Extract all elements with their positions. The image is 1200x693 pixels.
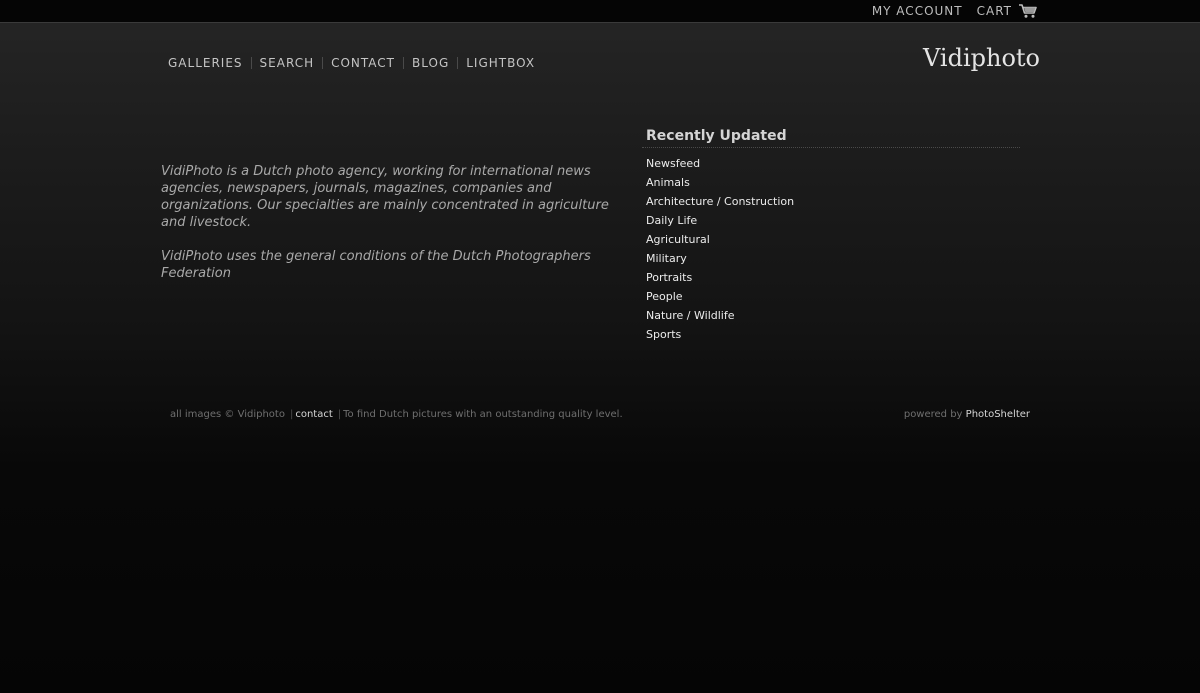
photoshelter-link[interactable]: PhotoShelter bbox=[966, 409, 1030, 420]
main-nav: GALLERIES SEARCH CONTACT BLOG LIGHTBOX bbox=[168, 56, 535, 70]
nav-search[interactable]: SEARCH bbox=[260, 56, 315, 70]
cart-link[interactable]: CART bbox=[977, 4, 1012, 18]
gallery-list: Newsfeed Animals Architecture / Construc… bbox=[642, 154, 1020, 344]
nav-divider bbox=[403, 57, 405, 69]
gallery-link-people[interactable]: People bbox=[646, 287, 1020, 306]
gallery-link-architecture[interactable]: Architecture / Construction bbox=[646, 192, 1020, 211]
my-account-link[interactable]: MY ACCOUNT bbox=[872, 4, 963, 18]
footer-right: powered by PhotoShelter bbox=[904, 409, 1030, 420]
recently-updated-panel: Recently Updated Newsfeed Animals Archit… bbox=[642, 128, 1020, 344]
gallery-link-sports[interactable]: Sports bbox=[646, 325, 1020, 344]
gallery-link-nature-wildlife[interactable]: Nature / Wildlife bbox=[646, 306, 1020, 325]
about-paragraph: VidiPhoto uses the general conditions of… bbox=[161, 249, 591, 281]
nav-divider bbox=[250, 57, 252, 69]
site-logo[interactable]: Vidiphoto bbox=[923, 44, 1040, 72]
nav-lightbox[interactable]: LIGHTBOX bbox=[466, 56, 535, 70]
footer-divider: | bbox=[337, 409, 342, 420]
gallery-link-daily-life[interactable]: Daily Life bbox=[646, 211, 1020, 230]
about-paragraph: VidiPhoto is a Dutch photo agency, worki… bbox=[161, 164, 609, 230]
nav-galleries[interactable]: GALLERIES bbox=[168, 56, 243, 70]
account-links: MY ACCOUNT CART bbox=[858, 3, 1038, 19]
nav-divider bbox=[457, 57, 459, 69]
gallery-link-newsfeed[interactable]: Newsfeed bbox=[646, 154, 1020, 173]
top-bar: MY ACCOUNT CART bbox=[0, 0, 1200, 23]
shopping-cart-icon[interactable] bbox=[1018, 3, 1038, 19]
nav-blog[interactable]: BLOG bbox=[412, 56, 449, 70]
powered-by-text: powered by bbox=[903, 409, 963, 420]
copyright-text: all images © Vidiphoto bbox=[170, 409, 285, 420]
gallery-link-animals[interactable]: Animals bbox=[646, 173, 1020, 192]
gallery-link-agricultural[interactable]: Agricultural bbox=[646, 230, 1020, 249]
about-text: VidiPhoto is a Dutch photo agency, worki… bbox=[161, 163, 611, 299]
gallery-link-military[interactable]: Military bbox=[646, 249, 1020, 268]
footer-divider: | bbox=[289, 409, 294, 420]
footer-left: all images © Vidiphoto | contact | To find D… bbox=[170, 409, 623, 420]
gallery-link-portraits[interactable]: Portraits bbox=[646, 268, 1020, 287]
footer-contact-link[interactable]: contact bbox=[295, 409, 332, 420]
nav-contact[interactable]: CONTACT bbox=[331, 56, 395, 70]
nav-divider bbox=[322, 57, 324, 69]
footer-tagline: To find Dutch pictures with an outstandi… bbox=[343, 409, 623, 420]
recently-updated-heading: Recently Updated bbox=[642, 128, 1020, 148]
